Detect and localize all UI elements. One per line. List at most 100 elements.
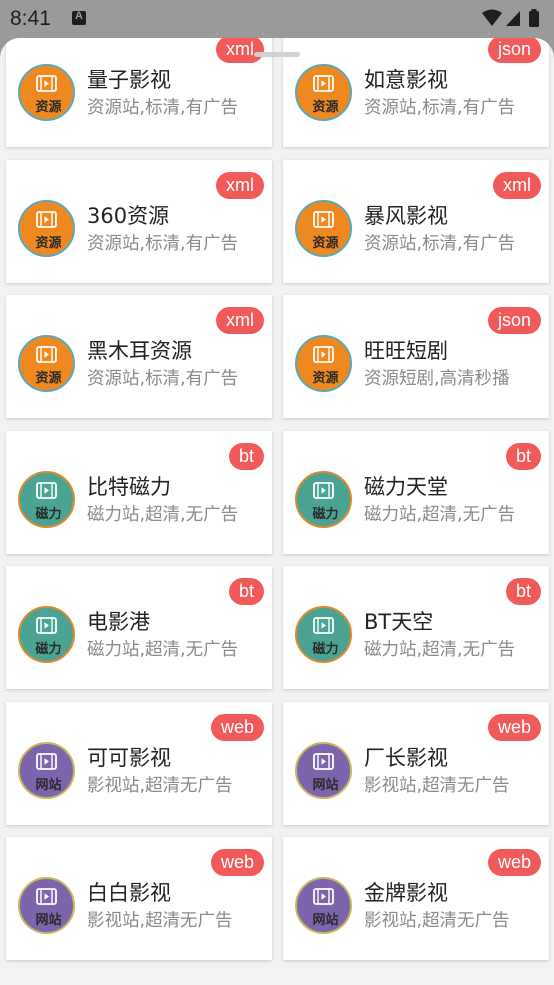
source-description: 影视站,超清无广告	[87, 775, 233, 796]
source-name: 厂长影视	[364, 745, 448, 770]
source-type-avatar: 资源	[295, 199, 352, 257]
source-card[interactable]: web 网站 白白影视 影视站,超清无广告	[6, 837, 272, 960]
film-icon	[36, 75, 57, 92]
film-icon	[313, 752, 334, 770]
battery-icon	[529, 11, 539, 27]
source-type-avatar: 磁力	[18, 606, 75, 663]
status-time: 8:41	[10, 7, 51, 30]
film-icon	[36, 481, 57, 499]
source-type-avatar: 磁力	[18, 470, 75, 528]
source-type-avatar: 网站	[295, 741, 352, 799]
source-type-label: 资源	[35, 100, 62, 115]
format-badge: web	[210, 849, 264, 876]
source-description: 影视站,超清无广告	[364, 911, 510, 931]
source-card[interactable]: web 网站 可可影视 影视站,超清无广告	[6, 701, 272, 825]
film-icon	[313, 346, 334, 363]
source-description: 磁力站,超清,无广告	[87, 640, 239, 660]
film-icon	[313, 888, 334, 905]
wifi-icon	[482, 9, 502, 26]
source-name: 白白影视	[87, 881, 171, 905]
source-card[interactable]: bt 磁力 电影港 磁力站,超清,无广告	[6, 566, 272, 689]
format-badge: json	[487, 38, 541, 63]
source-name: 旺旺短剧	[364, 339, 448, 363]
format-badge: xml	[493, 171, 541, 199]
format-badge: bt	[228, 578, 264, 605]
source-card[interactable]: xml 资源 黑木耳资源 资源站,标清,有广告	[6, 295, 272, 418]
source-card[interactable]: web 网站 厂长影视 影视站,超清无广告	[283, 701, 549, 825]
source-name: 如意影视	[364, 68, 448, 92]
source-type-avatar: 网站	[18, 741, 75, 799]
format-badge: xml	[216, 38, 264, 63]
source-name: 360资源	[87, 203, 170, 228]
source-description: 资源短剧,高清秒播	[364, 369, 510, 389]
source-type-avatar: 资源	[18, 199, 75, 257]
format-badge: bt	[505, 578, 541, 605]
film-icon	[313, 75, 334, 92]
film-icon	[313, 481, 334, 499]
source-name: 可可影视	[87, 745, 171, 770]
source-name: 电影港	[87, 610, 150, 634]
film-icon	[313, 210, 334, 228]
source-type-avatar: 资源	[18, 64, 75, 121]
source-card[interactable]: xml 资源 暴风影视 资源站,标清,有广告	[283, 159, 549, 283]
source-name: BT天空	[364, 610, 434, 634]
source-type-label: 资源	[35, 371, 62, 386]
source-card[interactable]: json 资源 旺旺短剧 资源短剧,高清秒播	[283, 295, 549, 418]
source-type-avatar: 磁力	[295, 470, 352, 528]
source-card[interactable]: bt 磁力 比特磁力 磁力站,超清,无广告	[6, 430, 272, 554]
source-type-label: 网站	[312, 913, 339, 928]
source-type-label: 磁力	[35, 506, 62, 522]
film-icon	[36, 888, 57, 905]
source-description: 资源站,标清,有广告	[87, 369, 239, 389]
source-name: 磁力天堂	[364, 474, 448, 499]
source-type-label: 磁力	[312, 642, 339, 657]
film-icon	[36, 210, 57, 228]
source-type-label: 网站	[312, 777, 339, 793]
format-badge: bt	[505, 442, 541, 470]
source-type-label: 资源	[312, 100, 339, 115]
source-card[interactable]: xml 资源 360资源 资源站,标清,有广告	[6, 159, 272, 283]
source-type-label: 资源	[35, 235, 62, 251]
source-type-avatar: 资源	[295, 335, 352, 392]
format-badge: xml	[216, 171, 264, 199]
source-type-label: 网站	[35, 913, 62, 928]
signal-icon	[506, 11, 520, 26]
source-card[interactable]: bt 磁力 BT天空 磁力站,超清,无广告	[283, 566, 549, 689]
film-icon	[36, 752, 57, 770]
source-description: 影视站,超清无广告	[87, 911, 233, 931]
source-card[interactable]: xml 资源 量子影视 资源站,标清,有广告	[6, 38, 272, 147]
source-type-label: 磁力	[35, 642, 62, 657]
source-type-avatar: 资源	[18, 335, 75, 392]
source-type-label: 磁力	[312, 506, 339, 522]
notification-icon	[72, 10, 86, 25]
source-type-label: 网站	[35, 777, 62, 793]
film-icon	[36, 346, 57, 363]
source-card[interactable]: json 资源 如意影视 资源站,标清,有广告	[283, 38, 549, 147]
source-description: 资源站,标清,有广告	[87, 233, 239, 254]
drag-handle[interactable]	[254, 52, 300, 57]
source-description: 资源站,标清,有广告	[364, 98, 516, 118]
status-icons	[480, 8, 544, 30]
source-name: 量子影视	[87, 68, 171, 92]
source-type-avatar: 资源	[295, 64, 352, 121]
source-description: 磁力站,超清,无广告	[87, 504, 239, 525]
format-badge: json	[487, 307, 541, 334]
format-badge: bt	[228, 442, 264, 470]
source-card[interactable]: web 网站 金牌影视 影视站,超清无广告	[283, 837, 549, 960]
source-description: 影视站,超清无广告	[364, 775, 510, 796]
source-type-label: 资源	[312, 371, 339, 386]
source-description: 资源站,标清,有广告	[364, 233, 516, 254]
source-name: 暴风影视	[364, 203, 448, 228]
source-name: 金牌影视	[364, 881, 448, 905]
source-type-label: 资源	[312, 235, 339, 251]
format-badge: web	[487, 849, 541, 876]
film-icon	[36, 617, 57, 634]
format-badge: xml	[216, 307, 264, 334]
source-card[interactable]: bt 磁力 磁力天堂 磁力站,超清,无广告	[283, 430, 549, 554]
source-name: 比特磁力	[87, 474, 171, 499]
source-description: 磁力站,超清,无广告	[364, 504, 516, 525]
bottom-sheet: xml 资源 量子影视 资源站,标清,有广告 json 资源 如意影视 资源站,…	[0, 38, 554, 985]
film-icon	[313, 617, 334, 634]
source-type-avatar: 网站	[295, 877, 352, 934]
source-type-avatar: 磁力	[295, 606, 352, 663]
